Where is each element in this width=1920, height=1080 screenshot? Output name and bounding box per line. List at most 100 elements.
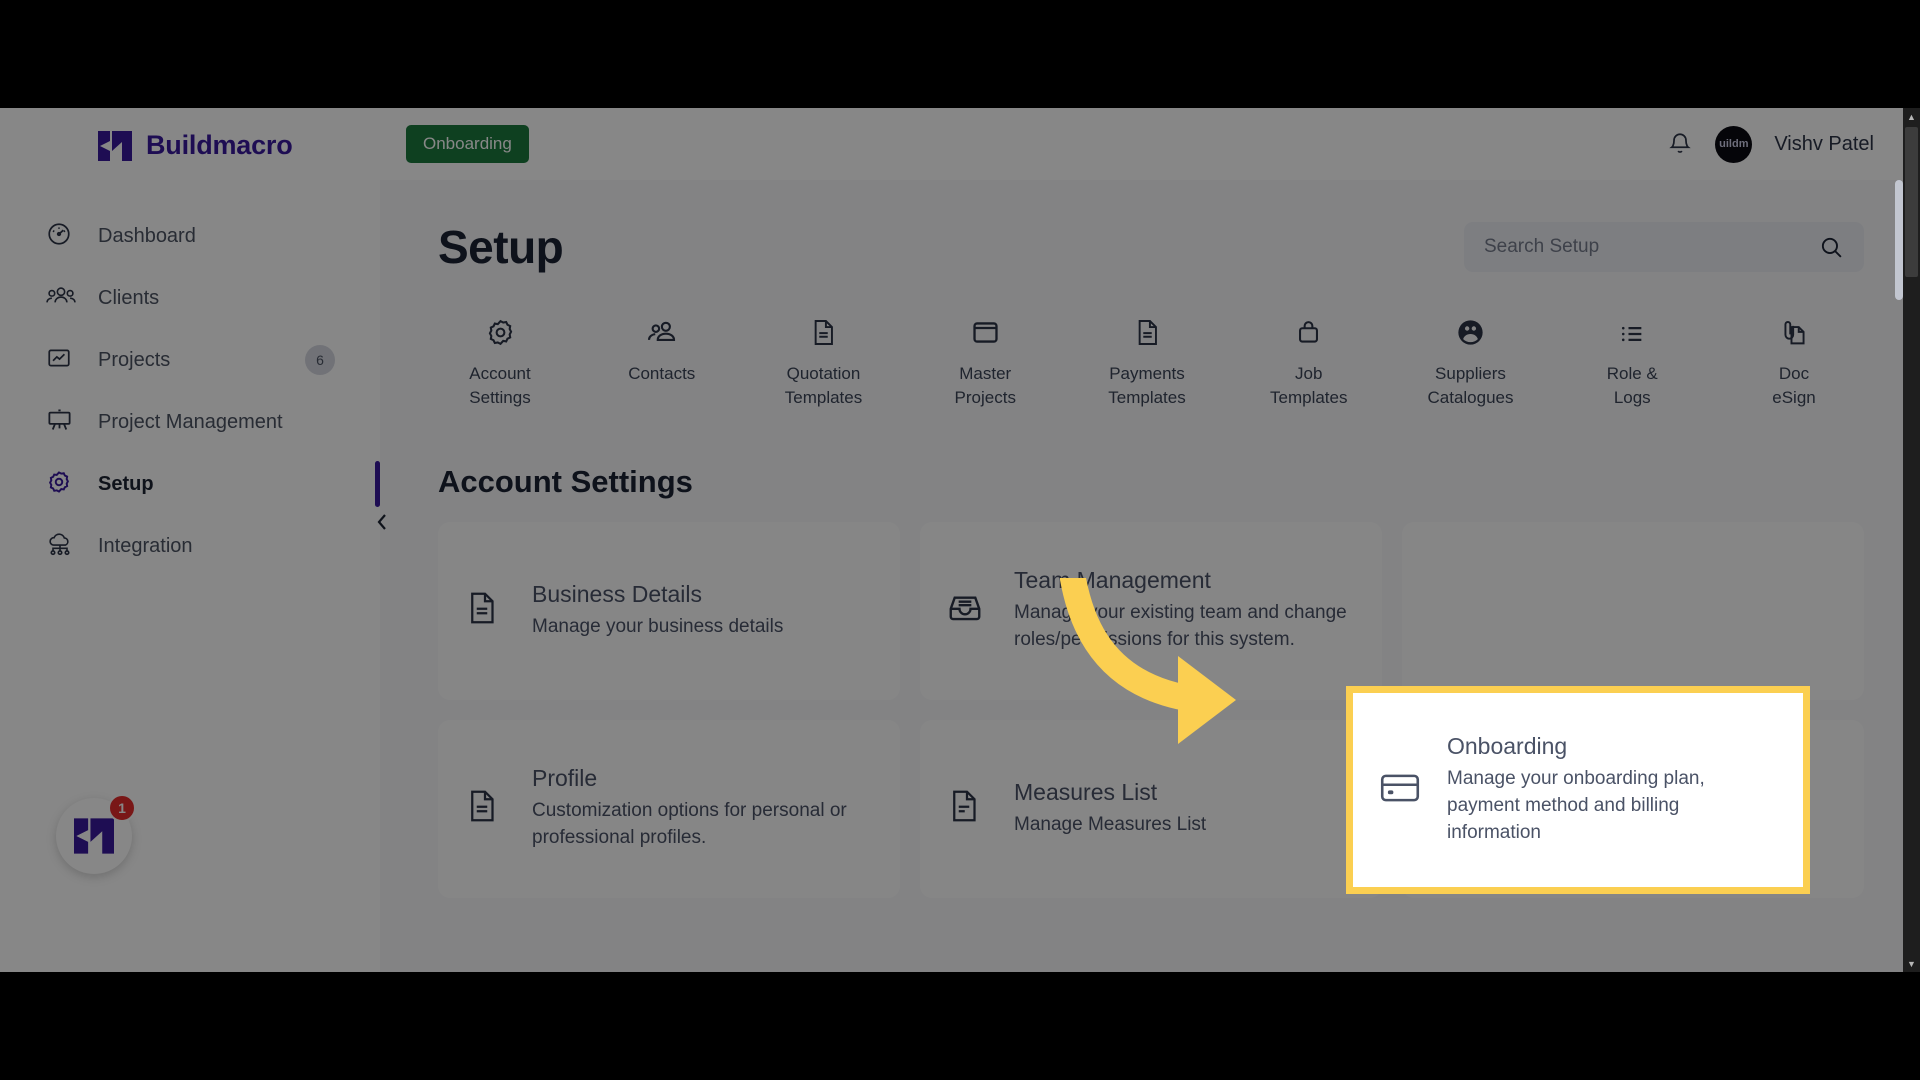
category-line-2: Templates xyxy=(784,387,863,407)
category-line-1: Master xyxy=(959,364,1012,383)
document-icon xyxy=(1133,306,1162,348)
card-text: Business Details Manage your business de… xyxy=(532,581,783,641)
card-onboarding-placeholder[interactable] xyxy=(1402,521,1864,700)
speedometer-icon xyxy=(46,221,80,251)
category-suppliers-catalogues[interactable]: Suppliers Catalogues xyxy=(1409,306,1533,410)
sidebar-item-label: Projects xyxy=(98,348,171,371)
category-line-2: Templates xyxy=(1108,387,1186,407)
search-icon[interactable] xyxy=(1819,235,1844,260)
brand-name: Buildmacro xyxy=(146,130,293,160)
help-bubble-button[interactable]: 1 xyxy=(56,794,136,874)
credit-card-icon xyxy=(1379,771,1423,810)
card-onboarding[interactable]: Onboarding Manage your onboarding plan, … xyxy=(1346,686,1810,894)
category-line-1: Suppliers xyxy=(1435,364,1506,383)
cloud-network-icon xyxy=(46,531,80,561)
sidebar-collapse-button[interactable] xyxy=(368,508,396,536)
sidebar-item-projects[interactable]: Projects 6 xyxy=(0,329,380,391)
page-header: Setup xyxy=(438,220,1864,274)
category-line-1: Quotation xyxy=(786,364,861,383)
gear-icon xyxy=(485,306,516,348)
card-title: Profile xyxy=(532,765,598,792)
sidebar-item-clients[interactable]: Clients xyxy=(0,267,380,329)
category-job-templates[interactable]: Job Templates xyxy=(1247,306,1371,410)
sidebar-item-label: Setup xyxy=(98,472,154,495)
category-label: Suppliers Catalogues xyxy=(1427,362,1513,410)
card-business-details[interactable]: Business Details Manage your business de… xyxy=(438,521,900,700)
category-quotation-templates[interactable]: Quotation Templates xyxy=(762,306,886,410)
window-scrollbar-thumb[interactable] xyxy=(1905,127,1918,277)
sidebar-item-label: Clients xyxy=(98,286,160,309)
presentation-board-icon xyxy=(46,407,80,437)
card-measures-list[interactable]: Measures List Manage Measures List xyxy=(920,719,1382,898)
page-title: Setup xyxy=(438,221,564,273)
chart-box-icon xyxy=(46,345,80,375)
content-scrollbar-thumb[interactable] xyxy=(1895,180,1903,300)
category-line-1: Job xyxy=(1295,364,1323,383)
help-notification-badge: 1 xyxy=(108,794,136,822)
category-line-2: Settings xyxy=(469,387,531,407)
category-role-and-logs[interactable]: Role & Logs xyxy=(1570,306,1694,410)
onboarding-status-pill[interactable]: Onboarding xyxy=(406,125,529,163)
sidebar-item-integration[interactable]: Integration xyxy=(0,515,380,577)
bag-icon xyxy=(1294,306,1323,348)
window-icon xyxy=(970,306,1001,348)
document-icon xyxy=(809,306,838,348)
gear-icon xyxy=(46,469,80,499)
sidebar-item-dashboard[interactable]: Dashboard xyxy=(0,205,380,267)
sidebar-item-label: Dashboard xyxy=(98,224,196,247)
card-description: Manage your onboarding plan, payment met… xyxy=(1447,768,1705,843)
sidebar: Buildmacro Dashboard Clients Projects 6 … xyxy=(0,108,380,972)
active-indicator xyxy=(375,461,380,507)
category-doc-esign[interactable]: Doc eSign xyxy=(1732,306,1856,410)
card-title: Team Management xyxy=(1014,567,1211,594)
category-line-1: Role & xyxy=(1606,364,1658,383)
document-icon xyxy=(946,786,990,831)
card-title: Onboarding xyxy=(1447,733,1568,760)
category-line-1: Account xyxy=(469,364,531,383)
sidebar-item-label: Integration xyxy=(98,534,193,557)
search-box[interactable] xyxy=(1464,222,1864,272)
card-profile[interactable]: Profile Customization options for person… xyxy=(438,719,900,898)
card-team-management[interactable]: Team Management Manage your existing tea… xyxy=(920,521,1382,700)
content-scrollbar[interactable] xyxy=(1895,180,1903,880)
card-description: Manage Measures List xyxy=(1014,813,1207,835)
document-icon xyxy=(464,588,508,633)
sidebar-item-label: Project Management xyxy=(98,410,283,433)
category-payments-templates[interactable]: Payments Templates xyxy=(1085,306,1209,410)
card-text: Team Management Manage your existing tea… xyxy=(1014,567,1356,654)
category-line-2: Logs xyxy=(1613,387,1651,407)
category-line-2: eSign xyxy=(1772,387,1816,407)
sidebar-item-badge: 6 xyxy=(305,345,335,375)
card-description: Manage your existing team and change rol… xyxy=(1014,602,1347,651)
sidebar-nav: Dashboard Clients Projects 6 Project Man… xyxy=(0,205,380,577)
people-group-icon xyxy=(46,283,80,313)
chevron-left-icon xyxy=(377,514,386,530)
card-text: Profile Customization options for person… xyxy=(532,765,874,852)
avatar[interactable]: uildm xyxy=(1715,125,1753,163)
setup-category-strip: Account Settings Contacts Quotation Temp… xyxy=(438,306,1864,410)
scroll-up-arrow-icon[interactable]: ▲ xyxy=(1903,108,1920,125)
card-text: Onboarding Manage your onboarding plan, … xyxy=(1447,733,1777,847)
window-scrollbar[interactable]: ▲ ▼ xyxy=(1903,108,1920,972)
category-master-projects[interactable]: Master Projects xyxy=(923,306,1047,410)
sidebar-item-setup[interactable]: Setup xyxy=(0,453,380,515)
scroll-down-arrow-icon[interactable]: ▼ xyxy=(1903,955,1920,972)
search-input[interactable] xyxy=(1484,236,1814,258)
category-line-2: Templates xyxy=(1270,387,1348,407)
category-line-2: Projects xyxy=(954,387,1016,407)
buildmacro-m-logo-icon xyxy=(74,818,114,854)
category-label: Doc eSign xyxy=(1772,362,1815,410)
sidebar-item-project-management[interactable]: Project Management xyxy=(0,391,380,453)
category-label: Contacts xyxy=(628,364,696,383)
bell-icon[interactable] xyxy=(1667,130,1693,158)
topbar: Onboarding uildm Vishv Patel xyxy=(380,108,1920,180)
brand-logo[interactable]: Buildmacro xyxy=(0,108,380,161)
category-label: Quotation Templates xyxy=(785,362,862,410)
card-text: Measures List Manage Measures List xyxy=(1014,779,1206,839)
card-description: Customization options for personal or pr… xyxy=(532,800,847,849)
suppliers-icon xyxy=(1455,306,1486,348)
category-label: Payments Templates xyxy=(1108,362,1185,410)
section-title: Account Settings xyxy=(438,463,693,499)
category-contacts[interactable]: Contacts xyxy=(600,306,724,410)
category-account-settings[interactable]: Account Settings xyxy=(438,306,562,410)
